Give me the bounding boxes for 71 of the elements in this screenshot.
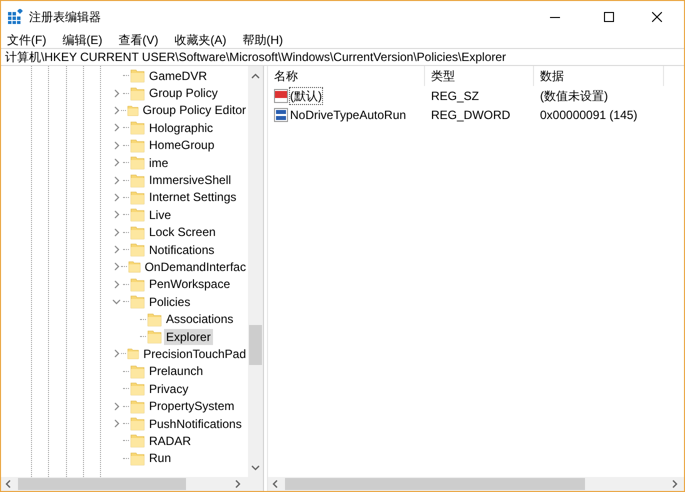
tree-item[interactable]: PrecisionTouchPad — [141, 346, 248, 362]
tree-item[interactable]: Run — [147, 450, 174, 466]
window-title: 注册表编辑器 — [29, 8, 101, 26]
folder-icon — [130, 242, 145, 258]
folder-icon — [126, 346, 140, 362]
folder-icon — [147, 329, 162, 344]
binary-value-icon — [274, 108, 288, 122]
tree-item[interactable]: Holographic — [147, 120, 216, 136]
folder-icon — [128, 259, 141, 274]
folder-icon — [130, 416, 145, 431]
folder-icon — [130, 190, 145, 205]
value-name[interactable]: (默认) — [289, 86, 323, 104]
folder-icon — [130, 433, 145, 448]
folder-icon — [130, 207, 145, 222]
folder-icon — [130, 450, 145, 466]
tree-item[interactable]: GameDVR — [147, 68, 210, 84]
value-data: (数值未设置) — [539, 88, 609, 104]
tree-item[interactable]: OnDemandInterfac — [142, 258, 248, 275]
value-data: 0x00000091 (145) — [539, 106, 638, 124]
folder-icon — [130, 364, 145, 379]
folder-icon — [130, 398, 145, 414]
menu-item[interactable]: 编辑(E) — [62, 33, 108, 47]
tree-item[interactable]: PushNotifications — [147, 416, 244, 432]
string-value-icon — [274, 88, 288, 102]
close-icon — [652, 12, 662, 22]
value-name[interactable]: NoDriveTypeAutoRun — [289, 106, 408, 124]
folder-icon — [130, 276, 145, 292]
folder-icon — [130, 120, 145, 136]
tree-item[interactable]: HomeGroup — [147, 137, 216, 154]
folder-icon — [147, 312, 162, 327]
folder-icon — [130, 381, 145, 396]
folder-icon — [130, 172, 145, 188]
tree-item[interactable]: Internet Settings — [147, 189, 238, 206]
scrollbar-thumb[interactable] — [18, 478, 186, 490]
scrollbar-thumb[interactable] — [285, 478, 585, 490]
tree-item[interactable]: Associations — [164, 311, 236, 328]
menu-item[interactable]: 收藏夹(A) — [174, 33, 232, 47]
folder-icon — [130, 86, 145, 101]
scrollbar-thumb[interactable] — [249, 325, 262, 365]
tree-item[interactable]: PenWorkspace — [147, 276, 232, 292]
tree-item[interactable]: Privacy — [147, 380, 190, 397]
tree-item[interactable]: Live — [147, 206, 174, 223]
tree-item[interactable]: Group Policy Editor — [140, 102, 248, 118]
tree-item[interactable]: Notifications — [147, 242, 216, 258]
value-type: REG_SZ — [430, 88, 480, 104]
down-chevron-icon[interactable] — [112, 297, 121, 306]
menu-item[interactable]: 帮助(H) — [242, 33, 289, 47]
vertical-scrollbar[interactable] — [248, 66, 263, 477]
tree-item[interactable]: Lock Screen — [147, 224, 218, 240]
tree-item[interactable]: ImmersiveShell — [147, 172, 234, 188]
address-bar[interactable]: 计算机\HKEY CURRENT USER\Software\Microsoft\Windows\CurrentVersion\Policies\Explorer — [1, 48, 684, 66]
tree-item[interactable]: ime — [147, 154, 170, 171]
folder-icon — [130, 155, 145, 170]
maximize-icon — [604, 12, 614, 22]
menu-item[interactable]: 文件(F) — [7, 33, 52, 47]
tree-item[interactable]: RADAR — [147, 432, 194, 449]
horizontal-scrollbar[interactable] — [1, 477, 263, 491]
right-chevron-icon[interactable] — [112, 349, 121, 358]
folder-icon — [130, 224, 145, 240]
registry-editor-icon — [8, 9, 23, 24]
tree-item[interactable]: Prelaunch — [147, 363, 206, 380]
tree-item[interactable]: Group Policy — [147, 85, 220, 102]
folder-icon — [130, 68, 145, 84]
menu-item[interactable]: 查看(V) — [118, 33, 164, 47]
tree-item[interactable]: PropertySystem — [147, 398, 236, 414]
folder-icon — [130, 138, 145, 153]
folder-icon — [130, 294, 145, 310]
horizontal-scrollbar[interactable] — [268, 477, 684, 491]
tree-item[interactable]: Explorer — [164, 328, 213, 345]
tree-item[interactable]: Policies — [147, 294, 192, 310]
value-type: REG_DWORD — [430, 106, 512, 124]
